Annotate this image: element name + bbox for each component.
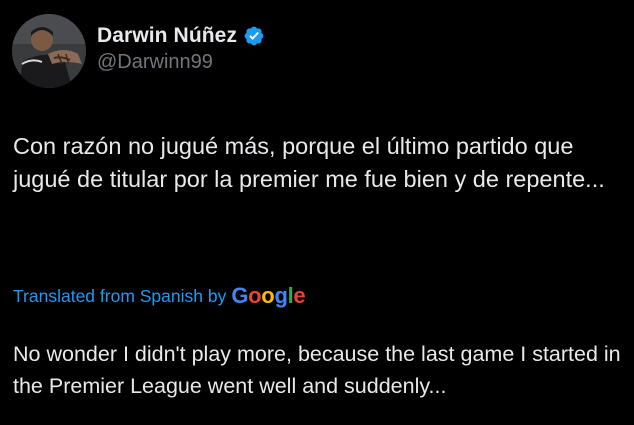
tweet-card: Darwin Núñez @Darwinn99 Con razón no jug… (0, 0, 634, 425)
tweet-header: Darwin Núñez @Darwinn99 (12, 14, 265, 88)
user-names: Darwin Núñez @Darwinn99 (97, 24, 265, 74)
display-name[interactable]: Darwin Núñez (97, 24, 237, 48)
avatar-image (12, 14, 86, 88)
verified-badge-icon (243, 25, 265, 47)
translated-label: Translated from Spanish by (13, 286, 227, 306)
translation-attribution[interactable]: Translated from Spanish by Google (13, 282, 306, 308)
tweet-text: Con razón no jugué más, porque el último… (13, 133, 605, 192)
translated-text: No wonder I didn't play more, because th… (13, 342, 621, 398)
name-row: Darwin Núñez (97, 24, 265, 48)
user-handle[interactable]: @Darwinn99 (97, 51, 265, 74)
google-logo: Google (231, 283, 306, 308)
avatar[interactable] (12, 14, 86, 88)
